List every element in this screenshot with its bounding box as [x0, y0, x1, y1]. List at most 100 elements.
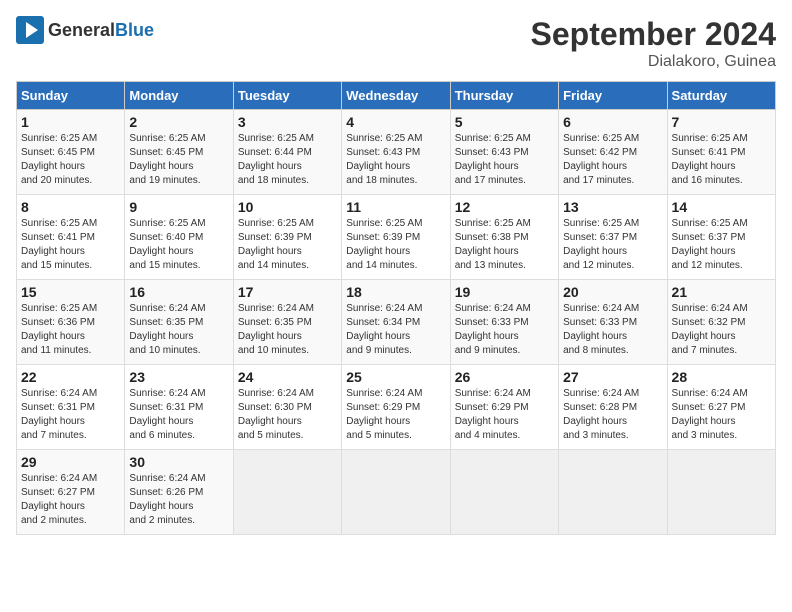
day-number: 23 [129, 369, 228, 385]
day-info: Sunrise: 6:24 AMSunset: 6:28 PMDaylight … [563, 388, 639, 441]
day-info: Sunrise: 6:25 AMSunset: 6:37 PMDaylight … [672, 218, 748, 271]
day-number: 6 [563, 114, 662, 130]
day-number: 25 [346, 369, 445, 385]
day-info: Sunrise: 6:25 AMSunset: 6:41 PMDaylight … [672, 133, 748, 186]
day-number: 13 [563, 199, 662, 215]
day-info: Sunrise: 6:24 AMSunset: 6:29 PMDaylight … [455, 388, 531, 441]
calendar-cell: 19 Sunrise: 6:24 AMSunset: 6:33 PMDaylig… [450, 280, 558, 365]
day-number: 4 [346, 114, 445, 130]
calendar-cell: 24 Sunrise: 6:24 AMSunset: 6:30 PMDaylig… [233, 365, 341, 450]
day-number: 20 [563, 284, 662, 300]
calendar-cell: 12 Sunrise: 6:25 AMSunset: 6:38 PMDaylig… [450, 195, 558, 280]
calendar-cell: 23 Sunrise: 6:24 AMSunset: 6:31 PMDaylig… [125, 365, 233, 450]
col-monday: Monday [125, 82, 233, 110]
calendar-cell [342, 450, 450, 535]
day-number: 9 [129, 199, 228, 215]
day-info: Sunrise: 6:24 AMSunset: 6:29 PMDaylight … [346, 388, 422, 441]
calendar-cell: 1 Sunrise: 6:25 AMSunset: 6:45 PMDayligh… [17, 110, 125, 195]
calendar-cell [667, 450, 775, 535]
title-area: September 2024 Dialakoro, Guinea [531, 16, 776, 71]
logo-blue-text: Blue [115, 20, 154, 40]
calendar-cell [233, 450, 341, 535]
calendar-cell: 6 Sunrise: 6:25 AMSunset: 6:42 PMDayligh… [559, 110, 667, 195]
col-tuesday: Tuesday [233, 82, 341, 110]
day-info: Sunrise: 6:25 AMSunset: 6:43 PMDaylight … [346, 133, 422, 186]
calendar-cell: 2 Sunrise: 6:25 AMSunset: 6:45 PMDayligh… [125, 110, 233, 195]
calendar-cell: 7 Sunrise: 6:25 AMSunset: 6:41 PMDayligh… [667, 110, 775, 195]
calendar-cell: 4 Sunrise: 6:25 AMSunset: 6:43 PMDayligh… [342, 110, 450, 195]
day-info: Sunrise: 6:25 AMSunset: 6:45 PMDaylight … [129, 133, 205, 186]
day-info: Sunrise: 6:24 AMSunset: 6:27 PMDaylight … [21, 473, 97, 526]
day-number: 19 [455, 284, 554, 300]
calendar-week-row: 8 Sunrise: 6:25 AMSunset: 6:41 PMDayligh… [17, 195, 776, 280]
day-info: Sunrise: 6:25 AMSunset: 6:36 PMDaylight … [21, 303, 97, 356]
calendar-cell: 15 Sunrise: 6:25 AMSunset: 6:36 PMDaylig… [17, 280, 125, 365]
calendar-header-row: Sunday Monday Tuesday Wednesday Thursday… [17, 82, 776, 110]
day-number: 12 [455, 199, 554, 215]
col-thursday: Thursday [450, 82, 558, 110]
day-number: 5 [455, 114, 554, 130]
col-saturday: Saturday [667, 82, 775, 110]
header: GeneralBlue September 2024 Dialakoro, Gu… [16, 16, 776, 71]
calendar-cell: 9 Sunrise: 6:25 AMSunset: 6:40 PMDayligh… [125, 195, 233, 280]
calendar-cell: 18 Sunrise: 6:24 AMSunset: 6:34 PMDaylig… [342, 280, 450, 365]
day-number: 16 [129, 284, 228, 300]
day-info: Sunrise: 6:24 AMSunset: 6:30 PMDaylight … [238, 388, 314, 441]
calendar-cell [559, 450, 667, 535]
day-info: Sunrise: 6:25 AMSunset: 6:41 PMDaylight … [21, 218, 97, 271]
calendar-cell: 13 Sunrise: 6:25 AMSunset: 6:37 PMDaylig… [559, 195, 667, 280]
col-friday: Friday [559, 82, 667, 110]
day-number: 21 [672, 284, 771, 300]
calendar-cell: 21 Sunrise: 6:24 AMSunset: 6:32 PMDaylig… [667, 280, 775, 365]
day-info: Sunrise: 6:24 AMSunset: 6:33 PMDaylight … [455, 303, 531, 356]
location-title: Dialakoro, Guinea [531, 53, 776, 71]
calendar-cell: 29 Sunrise: 6:24 AMSunset: 6:27 PMDaylig… [17, 450, 125, 535]
day-info: Sunrise: 6:24 AMSunset: 6:31 PMDaylight … [129, 388, 205, 441]
calendar-week-row: 22 Sunrise: 6:24 AMSunset: 6:31 PMDaylig… [17, 365, 776, 450]
day-info: Sunrise: 6:25 AMSunset: 6:42 PMDaylight … [563, 133, 639, 186]
day-number: 26 [455, 369, 554, 385]
day-info: Sunrise: 6:25 AMSunset: 6:39 PMDaylight … [346, 218, 422, 271]
day-info: Sunrise: 6:24 AMSunset: 6:35 PMDaylight … [238, 303, 314, 356]
day-number: 11 [346, 199, 445, 215]
col-wednesday: Wednesday [342, 82, 450, 110]
day-info: Sunrise: 6:24 AMSunset: 6:32 PMDaylight … [672, 303, 748, 356]
calendar-cell: 3 Sunrise: 6:25 AMSunset: 6:44 PMDayligh… [233, 110, 341, 195]
calendar-cell: 22 Sunrise: 6:24 AMSunset: 6:31 PMDaylig… [17, 365, 125, 450]
calendar-week-row: 1 Sunrise: 6:25 AMSunset: 6:45 PMDayligh… [17, 110, 776, 195]
day-info: Sunrise: 6:24 AMSunset: 6:27 PMDaylight … [672, 388, 748, 441]
day-info: Sunrise: 6:25 AMSunset: 6:39 PMDaylight … [238, 218, 314, 271]
day-number: 22 [21, 369, 120, 385]
calendar-cell [450, 450, 558, 535]
calendar-week-row: 29 Sunrise: 6:24 AMSunset: 6:27 PMDaylig… [17, 450, 776, 535]
day-number: 17 [238, 284, 337, 300]
calendar-cell: 20 Sunrise: 6:24 AMSunset: 6:33 PMDaylig… [559, 280, 667, 365]
logo-general-text: General [48, 20, 115, 40]
day-number: 29 [21, 454, 120, 470]
calendar-cell: 14 Sunrise: 6:25 AMSunset: 6:37 PMDaylig… [667, 195, 775, 280]
day-number: 2 [129, 114, 228, 130]
day-number: 18 [346, 284, 445, 300]
calendar-cell: 10 Sunrise: 6:25 AMSunset: 6:39 PMDaylig… [233, 195, 341, 280]
day-number: 1 [21, 114, 120, 130]
calendar-cell: 16 Sunrise: 6:24 AMSunset: 6:35 PMDaylig… [125, 280, 233, 365]
day-info: Sunrise: 6:25 AMSunset: 6:40 PMDaylight … [129, 218, 205, 271]
logo-icon [16, 16, 44, 44]
col-sunday: Sunday [17, 82, 125, 110]
day-number: 7 [672, 114, 771, 130]
calendar-cell: 28 Sunrise: 6:24 AMSunset: 6:27 PMDaylig… [667, 365, 775, 450]
day-info: Sunrise: 6:24 AMSunset: 6:34 PMDaylight … [346, 303, 422, 356]
day-number: 30 [129, 454, 228, 470]
month-title: September 2024 [531, 16, 776, 53]
calendar-cell: 25 Sunrise: 6:24 AMSunset: 6:29 PMDaylig… [342, 365, 450, 450]
day-number: 8 [21, 199, 120, 215]
day-number: 28 [672, 369, 771, 385]
day-info: Sunrise: 6:25 AMSunset: 6:38 PMDaylight … [455, 218, 531, 271]
day-info: Sunrise: 6:24 AMSunset: 6:33 PMDaylight … [563, 303, 639, 356]
day-number: 14 [672, 199, 771, 215]
calendar-cell: 11 Sunrise: 6:25 AMSunset: 6:39 PMDaylig… [342, 195, 450, 280]
calendar-table: Sunday Monday Tuesday Wednesday Thursday… [16, 81, 776, 535]
calendar-cell: 8 Sunrise: 6:25 AMSunset: 6:41 PMDayligh… [17, 195, 125, 280]
day-number: 27 [563, 369, 662, 385]
day-info: Sunrise: 6:25 AMSunset: 6:37 PMDaylight … [563, 218, 639, 271]
